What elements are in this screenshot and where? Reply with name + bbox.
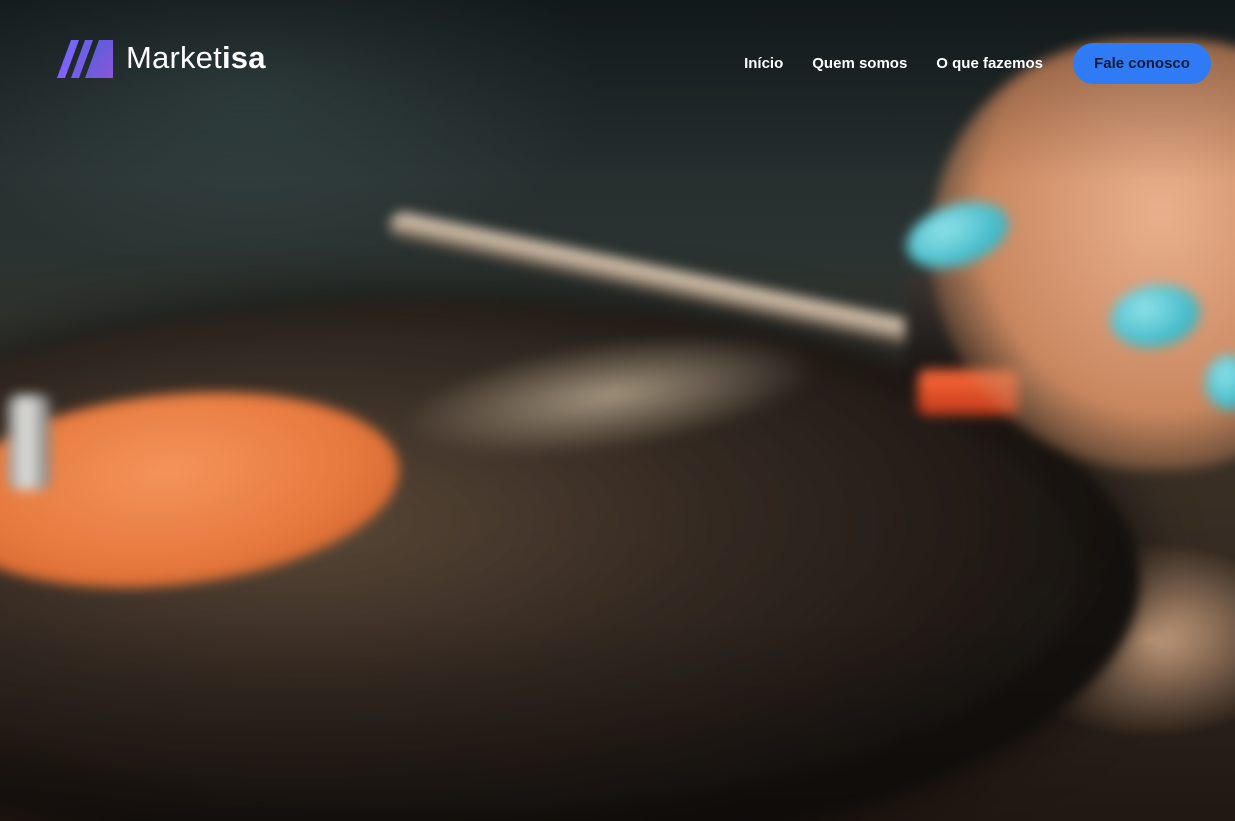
- nav-item-o-que-fazemos[interactable]: O que fazemos: [936, 54, 1043, 74]
- brand-name: Marketisa: [126, 38, 266, 78]
- main-navigation: Início Quem somos O que fazemos: [744, 54, 1043, 74]
- nav-item-inicio[interactable]: Início: [744, 54, 783, 74]
- brand-name-light: Market: [126, 40, 222, 75]
- site-header: Marketisa Início Quem somos O que fazemo…: [0, 0, 1235, 120]
- brand-name-bold: isa: [221, 40, 266, 75]
- hero-overlay: [0, 0, 1235, 821]
- nav-item-quem-somos[interactable]: Quem somos: [812, 54, 907, 74]
- brand-logo-link[interactable]: Marketisa: [57, 38, 266, 78]
- contact-button[interactable]: Fale conosco: [1073, 43, 1211, 84]
- marketisa-m-logo-icon: [57, 40, 113, 78]
- hero-section: Marketisa Início Quem somos O que fazemo…: [0, 0, 1235, 821]
